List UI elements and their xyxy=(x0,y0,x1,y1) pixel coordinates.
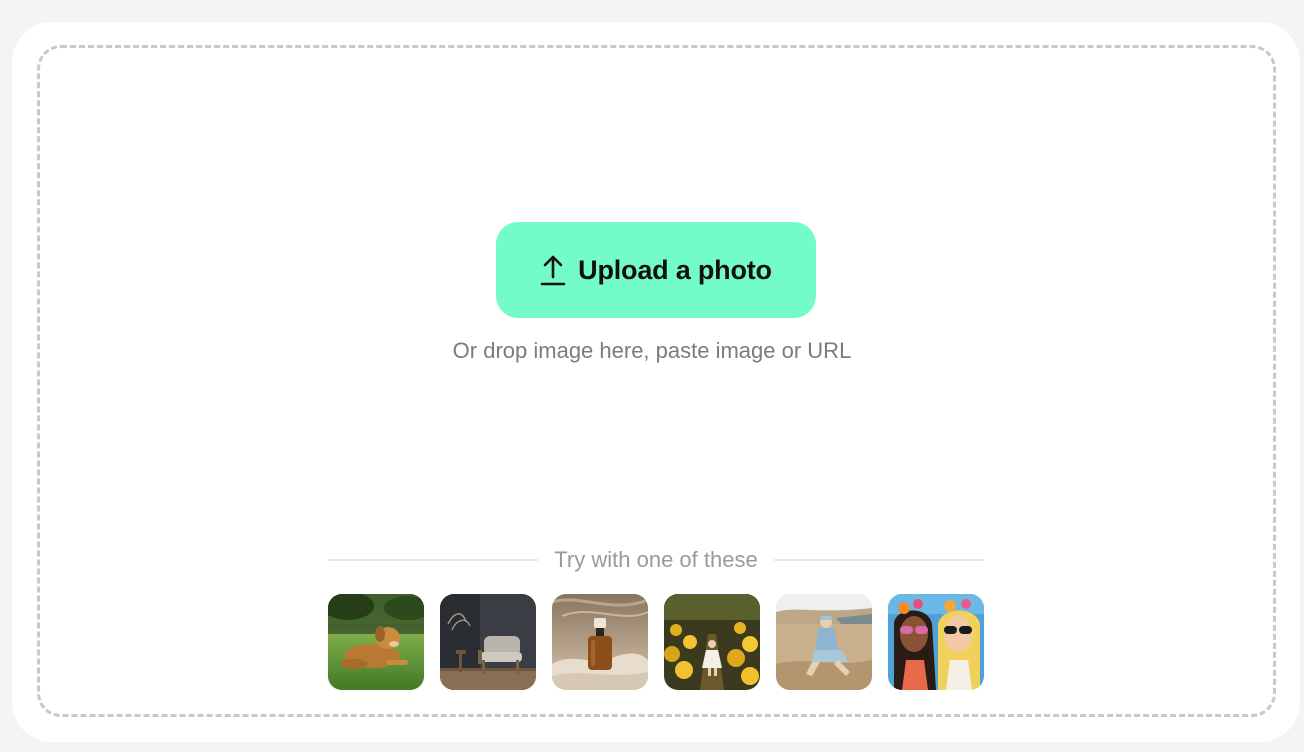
sample-image-illustration[interactable] xyxy=(888,594,984,690)
sample-thumbnails xyxy=(328,594,984,690)
divider-line-left xyxy=(328,559,539,561)
sample-image-beach[interactable] xyxy=(776,594,872,690)
upload-arrow-icon xyxy=(540,253,566,287)
sample-image-chair[interactable] xyxy=(440,594,536,690)
upload-button-label: Upload a photo xyxy=(578,254,772,285)
drop-hint-text: Or drop image here, paste image or URL xyxy=(452,338,852,363)
upload-photo-button[interactable]: Upload a photo xyxy=(496,222,816,318)
divider-line-right xyxy=(773,559,984,561)
sample-heading: Try with one of these xyxy=(554,547,758,572)
sample-image-flower-field[interactable] xyxy=(664,594,760,690)
sample-divider: Try with one of these xyxy=(328,544,984,576)
sample-image-dog[interactable] xyxy=(328,594,424,690)
sample-image-bottle[interactable] xyxy=(552,594,648,690)
